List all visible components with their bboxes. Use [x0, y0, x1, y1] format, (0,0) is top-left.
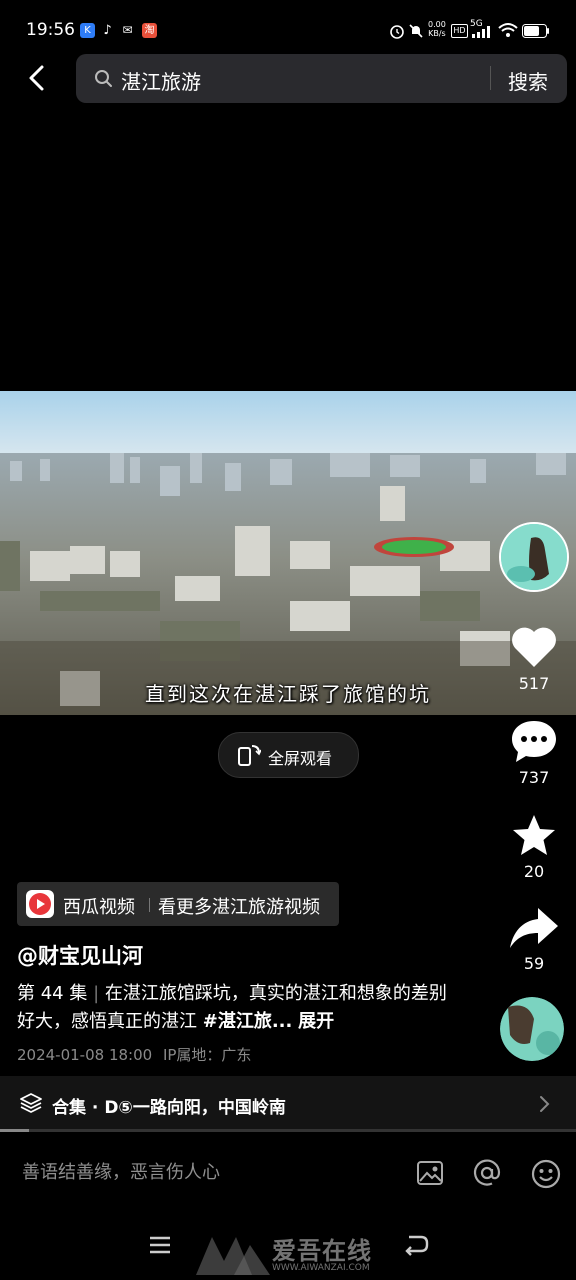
creator-avatar[interactable] — [499, 522, 569, 592]
search-icon — [95, 70, 112, 87]
net-speed-value: 0.00 — [428, 20, 446, 29]
search-divider — [490, 66, 491, 90]
search-bar[interactable]: 湛江旅游 搜索 — [76, 54, 567, 103]
hd-badge: HD — [451, 24, 468, 38]
xigua-divider — [149, 898, 150, 912]
video-frame-cityscape — [0, 391, 576, 715]
image-picker-icon[interactable] — [415, 1158, 445, 1188]
music-disc-cover — [500, 997, 564, 1061]
xigua-banner[interactable]: 西瓜视频 看更多湛江旅游视频 — [17, 882, 339, 926]
chevron-right-icon — [540, 1096, 550, 1112]
favorite-star-icon[interactable] — [510, 813, 558, 859]
fullscreen-label: 全屏观看 — [268, 749, 333, 768]
expand-button[interactable]: 展开 — [298, 1011, 334, 1032]
favorite-count: 20 — [523, 862, 545, 881]
avatar-image — [501, 524, 567, 590]
app-notification-icon: K — [80, 23, 95, 38]
xigua-app-name: 西瓜视频 — [63, 897, 135, 918]
like-heart-icon[interactable] — [510, 625, 558, 669]
rotate-screen-icon — [238, 745, 261, 766]
xigua-link[interactable]: 看更多湛江旅游视频 — [158, 893, 320, 919]
signal-icon — [472, 26, 490, 38]
ip-location: IP属地：广东 — [162, 1046, 252, 1064]
share-icon[interactable] — [508, 906, 560, 950]
comment-input[interactable]: 善语结善缘，恶言伤人心 — [22, 1158, 220, 1184]
system-nav-bar: 爱吾在线 WWW.AIWANZAI.COM — [0, 1225, 576, 1280]
layers-icon — [20, 1093, 42, 1113]
comment-count: 737 — [518, 768, 550, 787]
share-count: 59 — [523, 954, 545, 973]
tiktok-icon: ♪ — [103, 23, 112, 38]
collection-title: D⑤一路向阳，中国岭南 — [104, 1098, 286, 1118]
video-progress-fill — [0, 1129, 29, 1132]
search-input[interactable]: 湛江旅游 — [121, 66, 201, 95]
back-arrow-icon[interactable] — [22, 62, 54, 94]
hashtag-link[interactable]: #湛江旅... — [203, 1011, 293, 1032]
author-name[interactable]: @财宝见山河 — [17, 940, 143, 970]
like-count: 517 — [518, 674, 550, 693]
net-speed: 0.00 KB/s — [428, 20, 446, 38]
comment-icon[interactable] — [510, 718, 558, 764]
wechat-icon: ✉ — [122, 23, 133, 37]
collection-text: 合集 · D⑤一路向阳，中国岭南 — [52, 1093, 286, 1118]
net-speed-unit: KB/s — [428, 29, 446, 38]
post-date: 2024-01-08 18:00 — [17, 1046, 153, 1064]
shopping-app-icon: 淘 — [142, 23, 157, 38]
episode-label: 第 44 集 — [17, 983, 88, 1004]
watermark-url: WWW.AIWANZAI.COM — [272, 1263, 370, 1273]
fullscreen-button[interactable]: 全屏观看 — [218, 732, 359, 778]
collection-bar[interactable]: 合集 · D⑤一路向阳，中国岭南 — [0, 1076, 576, 1130]
menu-icon[interactable] — [148, 1235, 172, 1255]
mention-at-icon[interactable] — [472, 1158, 502, 1188]
search-button[interactable]: 搜索 — [508, 66, 548, 95]
collection-label: 合集 — [52, 1098, 86, 1118]
watermark-logo-icon — [196, 1237, 270, 1275]
wifi-icon — [498, 23, 518, 37]
video-player[interactable] — [0, 391, 576, 715]
post-description: 第 44 集 | 在湛江旅馆踩坑，真实的湛江和想象的差别好大，感悟真正的湛江 #… — [17, 980, 462, 1036]
alarm-icon — [390, 25, 404, 39]
back-gesture-icon[interactable] — [403, 1233, 429, 1257]
video-subtitle: 直到这次在湛江踩了旅馆的坑 — [145, 682, 431, 706]
watermark-text: 爱吾在线 — [272, 1237, 372, 1265]
battery-icon — [522, 24, 549, 38]
xigua-logo-icon — [26, 890, 54, 918]
collection-dot: · — [91, 1098, 99, 1118]
post-meta: 2024-01-08 18:00 IP属地：广东 — [17, 1044, 251, 1065]
music-disc[interactable] — [500, 997, 564, 1061]
mute-bell-icon — [409, 24, 423, 38]
status-bar: 19:56 K ♪ ✉ 淘 0.00 KB/s HD 5G — [0, 0, 576, 60]
status-time: 19:56 — [26, 20, 75, 40]
video-progress-track[interactable] — [0, 1129, 576, 1132]
episode-divider: | — [93, 983, 100, 1004]
emoji-icon[interactable] — [530, 1158, 562, 1190]
